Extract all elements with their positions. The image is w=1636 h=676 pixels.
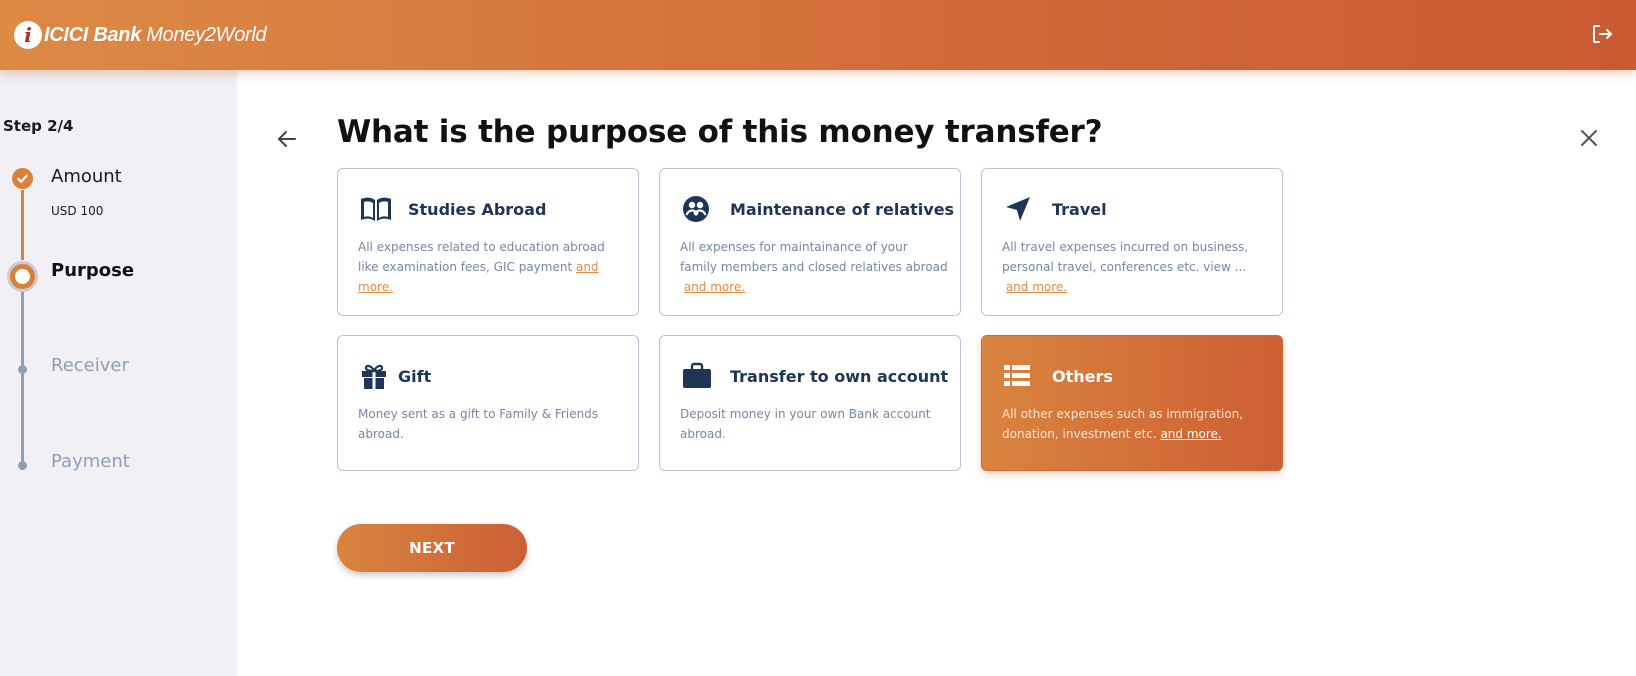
purpose-card-others[interactable]: Others All other expenses such as immigr…	[981, 335, 1283, 471]
page-title: What is the purpose of this money transf…	[337, 114, 1103, 150]
card-desc-text: All expenses related to education abroad…	[358, 240, 605, 274]
card-desc-text: All expenses for maintainance of your fa…	[680, 240, 948, 274]
progress-track-upcoming	[21, 290, 24, 470]
purpose-card-studies-abroad[interactable]: Studies Abroad All expenses related to e…	[337, 168, 639, 316]
step-payment: Payment	[51, 451, 130, 472]
next-button[interactable]: NEXT	[337, 524, 527, 572]
navigation-icon	[1004, 194, 1038, 224]
current-step-indicator	[10, 264, 35, 289]
brand-product: Money2World	[141, 23, 267, 46]
step-receiver: Receiver	[51, 355, 129, 376]
step-amount-value: USD 100	[51, 204, 104, 218]
progress-track-done	[21, 190, 24, 260]
app-header: i ICICI Bank Money2World	[0, 0, 1636, 70]
icici-logo-icon: i	[14, 21, 42, 49]
card-title: Transfer to own account	[730, 366, 949, 386]
brand-logo[interactable]: i ICICI Bank Money2World	[14, 21, 267, 49]
close-icon[interactable]	[1579, 128, 1599, 148]
briefcase-icon	[682, 361, 716, 391]
card-title: Others	[1052, 366, 1113, 386]
step-dot-payment	[18, 461, 27, 470]
book-icon	[360, 194, 394, 224]
step-counter: Step 2/4	[3, 117, 74, 135]
purpose-card-maintenance[interactable]: Maintenance of relatives All expenses fo…	[659, 168, 961, 316]
step-dot-receiver	[18, 365, 27, 374]
check-icon	[12, 168, 33, 189]
card-description: All travel expenses incurred on business…	[1002, 237, 1270, 297]
card-title: Travel	[1052, 199, 1107, 219]
and-more-link[interactable]: and more.	[684, 280, 745, 294]
brand-bank: ICICI Bank	[44, 23, 142, 46]
card-description: Deposit money in your own Bank account a…	[680, 407, 931, 441]
logout-icon[interactable]	[1590, 22, 1614, 46]
brand-name: ICICI Bank Money2World	[44, 23, 267, 47]
logo-letter: i	[24, 23, 32, 47]
card-desc-text: All travel expenses incurred on business…	[1002, 240, 1249, 274]
gift-icon	[360, 361, 388, 391]
purpose-card-gift[interactable]: Gift Money sent as a gift to Family & Fr…	[337, 335, 639, 471]
back-arrow-icon[interactable]	[276, 128, 298, 150]
card-title: Gift	[398, 366, 432, 386]
step-purpose: Purpose	[51, 260, 135, 281]
step-amount[interactable]: Amount	[51, 166, 122, 187]
card-title: Maintenance of relatives	[730, 199, 955, 219]
card-description: All expenses for maintainance of your fa…	[680, 237, 948, 297]
card-description: All other expenses such as immigration, …	[1002, 404, 1270, 444]
and-more-link[interactable]: and more.	[1160, 427, 1221, 441]
family-icon	[682, 194, 716, 224]
card-title: Studies Abroad	[408, 199, 547, 219]
purpose-card-own-account[interactable]: Transfer to own account Deposit money in…	[659, 335, 961, 471]
list-icon	[1004, 361, 1038, 391]
card-description: Money sent as a gift to Family & Friends…	[358, 407, 599, 441]
and-more-link[interactable]: and more.	[1006, 280, 1067, 294]
card-description: All expenses related to education abroad…	[358, 237, 626, 297]
purpose-card-travel[interactable]: Travel All travel expenses incurred on b…	[981, 168, 1283, 316]
